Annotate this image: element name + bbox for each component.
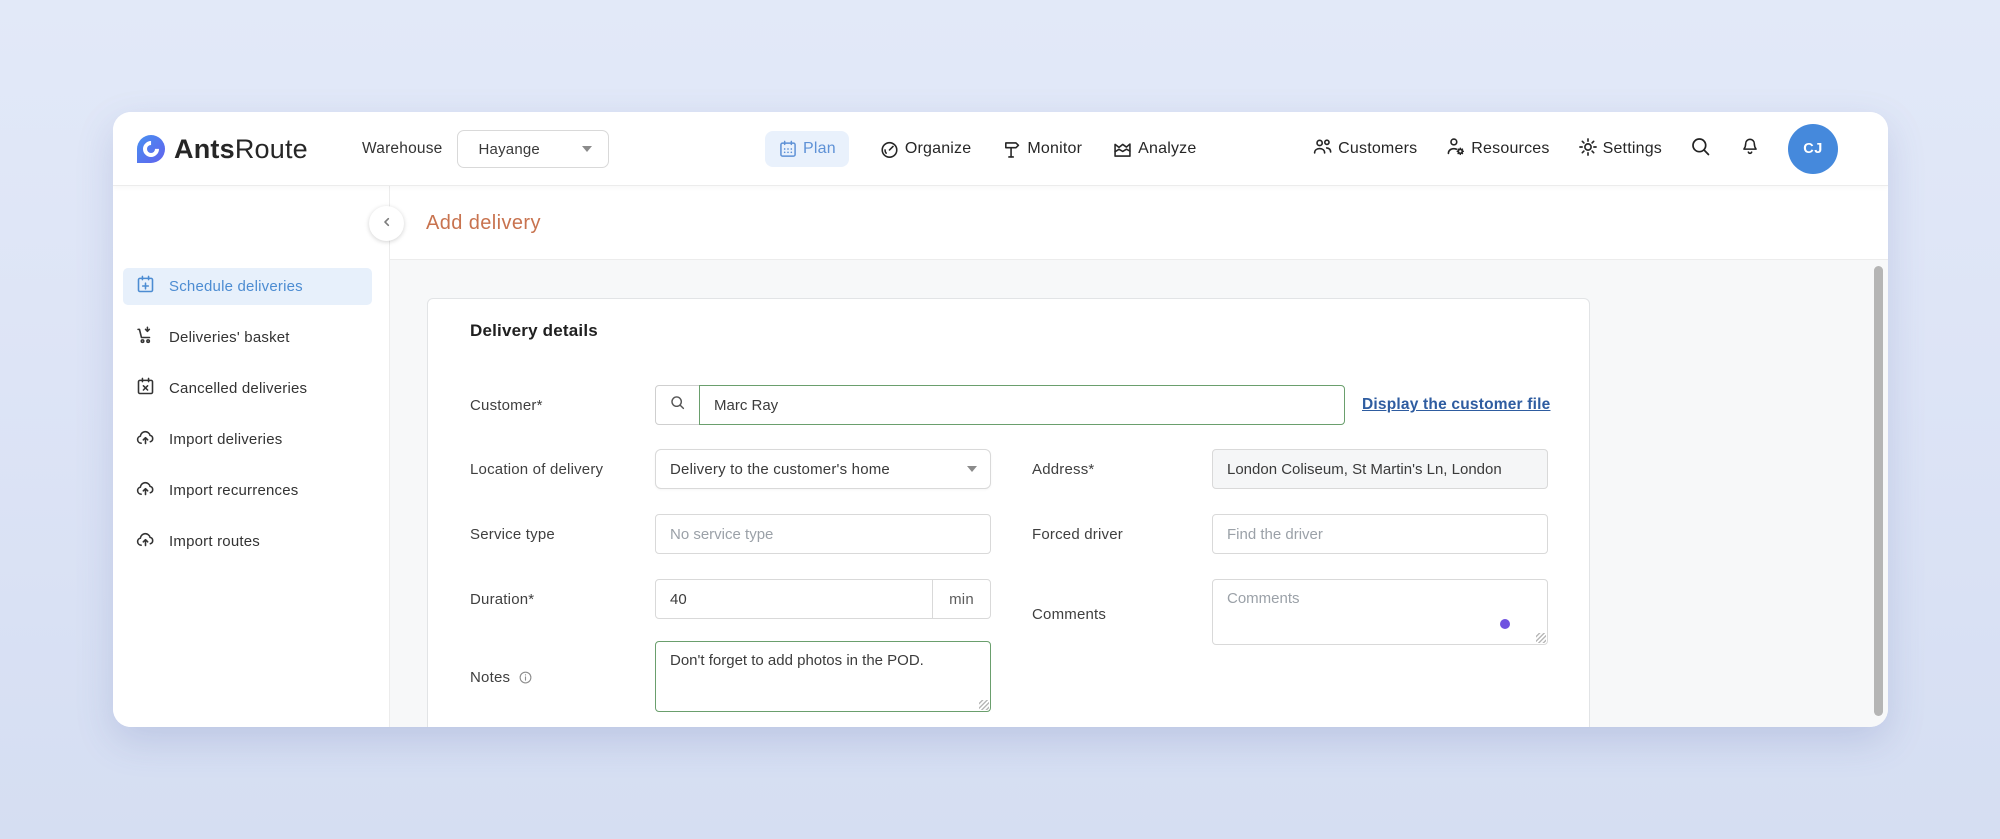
notes-label-text: Notes [470, 669, 510, 686]
cart-arrow-down-icon [135, 325, 156, 350]
section-title: Delivery details [470, 321, 598, 341]
sidebar-item-import-routes[interactable]: Import routes [123, 523, 372, 560]
warehouse-label: Warehouse [362, 140, 443, 158]
sidebar-item-cancelled-deliveries[interactable]: Cancelled deliveries [123, 370, 372, 407]
tab-organize[interactable]: Organize [879, 139, 972, 160]
location-of-delivery-select[interactable]: Delivery to the customer's home [655, 449, 991, 489]
forced-driver-label: Forced driver [1032, 514, 1123, 554]
warehouse-group: Warehouse Hayange [362, 112, 609, 186]
warehouse-select-value: Hayange [479, 141, 540, 158]
nav-resources[interactable]: Resources [1444, 135, 1549, 163]
secondary-nav: Customers Resources Settings [1311, 112, 1838, 186]
nav-customers-label: Customers [1338, 140, 1417, 158]
address-label: Address* [1032, 449, 1094, 489]
comments-textarea[interactable] [1212, 579, 1548, 645]
comments-label: Comments [1032, 594, 1106, 634]
tab-analyze-label: Analyze [1138, 140, 1196, 158]
nav-resources-label: Resources [1471, 140, 1549, 158]
sidebar-item-label: Schedule deliveries [169, 278, 303, 295]
sidebar-item-import-recurrences[interactable]: Import recurrences [123, 472, 372, 509]
warehouse-select[interactable]: Hayange [457, 130, 609, 168]
address-input[interactable] [1212, 449, 1548, 489]
sidebar-item-label: Deliveries' basket [169, 329, 290, 346]
notes-textarea[interactable]: Don't forget to add photos in the POD. [655, 641, 991, 712]
sidebar-item-label: Import recurrences [169, 482, 298, 499]
tab-plan-label: Plan [803, 140, 836, 158]
notifications-button[interactable] [1739, 136, 1761, 163]
user-avatar[interactable]: CJ [1788, 124, 1838, 174]
app-logo[interactable]: AntsRoute [137, 112, 308, 186]
back-button[interactable] [369, 206, 404, 241]
resize-handle[interactable] [1536, 633, 1546, 643]
calendar-icon [778, 139, 798, 159]
sidebar-item-label: Import routes [169, 533, 260, 550]
cloud-upload-icon [135, 478, 156, 503]
calendar-plus-icon [135, 274, 156, 299]
resize-handle[interactable] [979, 700, 989, 710]
bell-icon [1739, 136, 1761, 163]
nav-settings[interactable]: Settings [1577, 136, 1662, 163]
info-icon[interactable] [518, 670, 533, 685]
top-navbar: AntsRoute Warehouse Hayange Plan [113, 112, 1888, 186]
gauge-icon [879, 139, 900, 160]
sidebar-item-label: Cancelled deliveries [169, 380, 307, 397]
primary-nav: Plan Organize Monitor [765, 112, 1196, 186]
forced-driver-input[interactable] [1212, 514, 1548, 554]
sidebar: Schedule deliveries Deliveries' basket C… [113, 186, 390, 727]
service-type-input[interactable] [655, 514, 991, 554]
tab-plan[interactable]: Plan [765, 131, 849, 167]
cloud-upload-icon [135, 427, 156, 452]
service-type-label: Service type [470, 514, 555, 554]
search-button[interactable] [1689, 135, 1712, 163]
tab-analyze[interactable]: Analyze [1112, 139, 1196, 160]
sidebar-item-deliveries-basket[interactable]: Deliveries' basket [123, 319, 372, 356]
chart-icon [1112, 139, 1133, 160]
customer-label: Customer* [470, 385, 543, 425]
people-icon [1311, 135, 1334, 163]
nav-settings-label: Settings [1603, 140, 1662, 158]
cursor-dot [1500, 619, 1510, 629]
app-window: AntsRoute Warehouse Hayange Plan [113, 112, 1888, 727]
tab-organize-label: Organize [905, 140, 972, 158]
duration-label: Duration* [470, 579, 534, 619]
sidebar-item-import-deliveries[interactable]: Import deliveries [123, 421, 372, 458]
page-title: Add delivery [426, 186, 541, 260]
location-of-delivery-label: Location of delivery [470, 449, 603, 489]
search-icon [1689, 135, 1712, 163]
gear-icon [1577, 136, 1599, 163]
chevron-down-icon [967, 466, 977, 472]
customer-search-prefix[interactable] [655, 385, 700, 425]
vertical-scrollbar[interactable] [1874, 266, 1883, 716]
content-area: Delivery details Customer* Display the c… [390, 260, 1888, 727]
page-header: Add delivery [390, 186, 1888, 260]
sidebar-item-label: Import deliveries [169, 431, 282, 448]
duration-input[interactable] [656, 580, 932, 618]
chevron-left-icon [379, 214, 395, 233]
duration-field: min [655, 579, 991, 619]
delivery-details-card: Delivery details Customer* Display the c… [427, 298, 1590, 727]
sidebar-item-schedule-deliveries[interactable]: Schedule deliveries [123, 268, 372, 305]
app-logo-text: AntsRoute [174, 134, 308, 165]
chevron-down-icon [582, 146, 592, 152]
signpost-icon [1001, 139, 1022, 160]
duration-unit-label: min [932, 580, 990, 618]
nav-customers[interactable]: Customers [1311, 135, 1417, 163]
search-icon [669, 394, 686, 416]
location-select-value: Delivery to the customer's home [670, 461, 890, 478]
calendar-x-icon [135, 376, 156, 401]
customer-input[interactable] [699, 385, 1345, 425]
notes-label: Notes [470, 657, 533, 697]
cloud-upload-icon [135, 529, 156, 554]
person-gear-icon [1444, 135, 1467, 163]
tab-monitor-label: Monitor [1027, 140, 1082, 158]
antsroute-pin-icon [137, 135, 165, 163]
tab-monitor[interactable]: Monitor [1001, 139, 1082, 160]
display-customer-file-link[interactable]: Display the customer file [1362, 385, 1550, 425]
